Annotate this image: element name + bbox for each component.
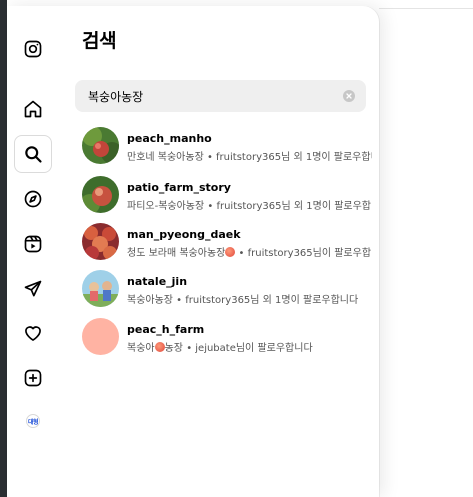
peach-emoji-icon [154, 342, 165, 352]
result-subtitle: 만호네 복숭아농장 • fruitstory365님 외 1명이 팔로우합니다 [127, 152, 372, 163]
result-username: patio_farm_story [127, 181, 231, 194]
result-username: peach_manho [127, 132, 212, 145]
result-subtitle: 복숭아농장 • fruitstory365님 외 1명이 팔로우합니다 [127, 295, 359, 306]
window-edge [0, 0, 7, 497]
result-avatar [82, 318, 119, 355]
divider [379, 8, 473, 9]
subtitle-text-before: 복숭아 [127, 343, 155, 354]
search-result-item[interactable]: patio_farm_story 파티오-복숭아농장 • fruitstory3… [82, 176, 372, 214]
search-result-item[interactable]: peach_manho 만호네 복숭아농장 • fruitstory365님 외… [82, 127, 372, 165]
subtitle-text-after: • fruitstory365님이 팔로우합니다 [238, 248, 372, 259]
home-icon[interactable] [20, 96, 46, 122]
result-subtitle: 청도 보라매 복숭아농장 • fruitstory365님이 팔로우합니다 [127, 244, 372, 259]
explore-icon[interactable] [20, 186, 46, 212]
search-panel: 대형 검색 peach_manho 만호네 복숭아농장 • fruitstory… [7, 6, 379, 497]
messages-icon[interactable] [20, 276, 46, 302]
peach-emoji-icon [225, 247, 236, 257]
result-subtitle: 복숭아 농장 • jejubate님이 팔로우합니다 [127, 339, 372, 354]
page-title: 검색 [82, 30, 117, 52]
result-avatar [82, 127, 119, 164]
result-avatar [82, 176, 119, 213]
result-username: man_pyeong_daek [127, 228, 241, 241]
search-result-item[interactable]: natale_jin 복숭아농장 • fruitstory365님 외 1명이 … [82, 270, 372, 308]
instagram-logo-icon[interactable] [20, 36, 46, 62]
search-icon[interactable] [14, 135, 52, 173]
search-input[interactable] [75, 80, 325, 112]
profile-avatar[interactable]: 대형 [26, 414, 40, 428]
result-username: peac_h_farm [127, 323, 205, 336]
search-result-item[interactable]: peac_h_farm 복숭아 농장 • jejubate님이 팔로우합니다 [82, 318, 372, 356]
subtitle-text-after: 농장 • jejubate님이 팔로우합니다 [164, 343, 313, 354]
subtitle-text-before: 청도 보라매 복숭아농장 [127, 248, 226, 259]
create-icon[interactable] [20, 365, 46, 391]
result-avatar [82, 270, 119, 307]
clear-search-icon[interactable] [343, 90, 355, 102]
profile-avatar-text: 대형 [27, 418, 39, 426]
search-box [75, 80, 366, 112]
result-avatar [82, 223, 119, 260]
notifications-icon[interactable] [20, 320, 46, 346]
search-result-item[interactable]: man_pyeong_daek 청도 보라매 복숭아농장 • fruitstor… [82, 223, 372, 261]
result-subtitle: 파티오-복숭아농장 • fruitstory365님 외 1명이 팔로우합니다 [127, 201, 372, 212]
reels-icon[interactable] [20, 231, 46, 257]
result-username: natale_jin [127, 275, 188, 288]
